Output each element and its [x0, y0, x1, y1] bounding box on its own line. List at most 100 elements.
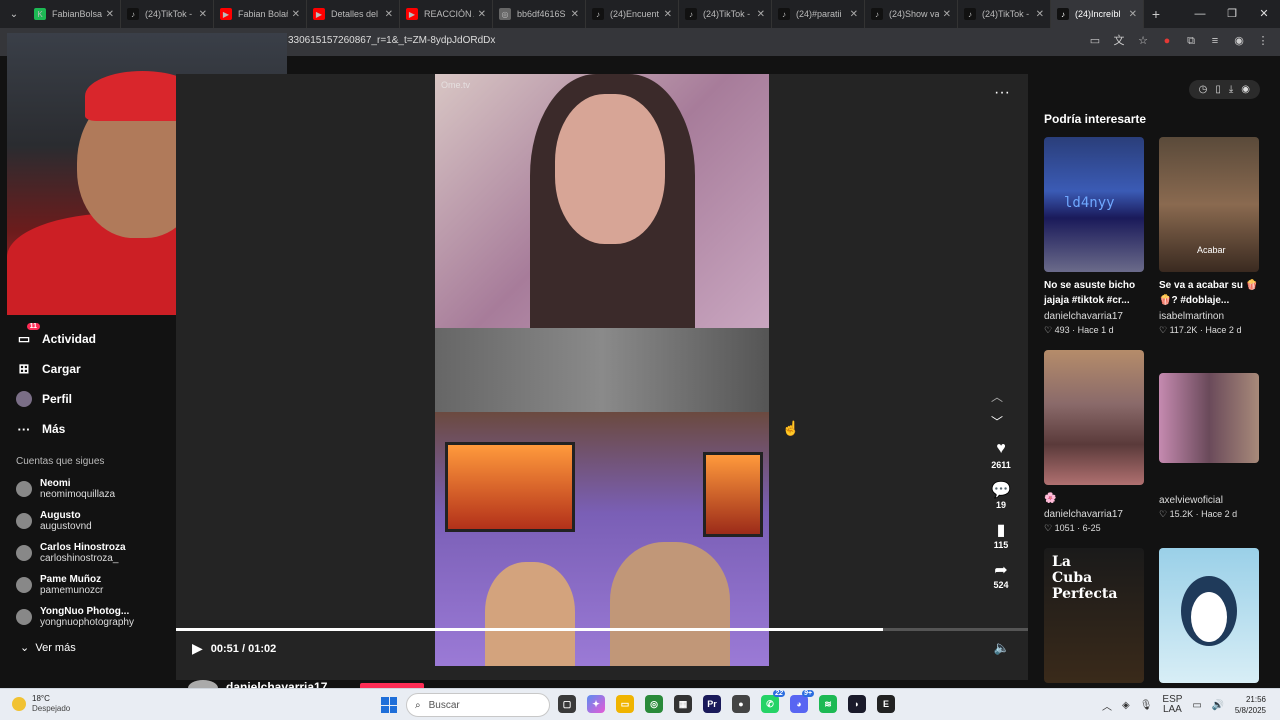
following-item[interactable]: Neomi neomimoquillaza: [0, 473, 176, 505]
tab-close-icon[interactable]: ✕: [1036, 9, 1044, 20]
whatsapp-icon[interactable]: ✆ 22: [761, 690, 785, 713]
sidebar-item-perfil[interactable]: Perfil: [0, 384, 176, 414]
file-explorer-icon[interactable]: ▭: [616, 695, 634, 713]
tab-close-icon[interactable]: ✕: [757, 9, 765, 20]
media-icon[interactable]: ≡: [1208, 34, 1222, 48]
app-icon[interactable]: ▦: [674, 695, 692, 713]
more-options-icon[interactable]: ···: [994, 84, 1010, 102]
video-card[interactable]: La Cuba Perfecta: [1044, 548, 1144, 683]
browser-tab[interactable]: ▶ REACCIÓN A ✕: [400, 0, 493, 28]
url-text[interactable]: 330615157260867_r=1&_t=ZM-8ydpJdORdDx: [288, 35, 495, 46]
sidebar-item-mas[interactable]: ··· Más: [0, 414, 176, 444]
browser-tab[interactable]: ♪ (24)#paratii ✕: [772, 0, 865, 28]
translate-icon[interactable]: 文: [1112, 34, 1126, 48]
thumbnail-text: Acabar: [1197, 245, 1226, 255]
card-caption: Se va a acabar su 🍿 🍿? #doblaje...: [1159, 278, 1259, 308]
video-card[interactable]: ld4nyy No se asuste bicho jajaja #tiktok …: [1044, 137, 1144, 336]
tab-search-button[interactable]: ⌄: [0, 0, 28, 28]
tab-close-icon[interactable]: ✕: [385, 9, 393, 20]
tab-close-icon[interactable]: ✕: [850, 9, 858, 20]
tab-close-icon[interactable]: ✕: [199, 9, 207, 20]
tab-close-icon[interactable]: ✕: [106, 9, 114, 20]
browser-tab[interactable]: ♪ (24)Increíbl ✕: [1051, 0, 1144, 28]
video-frame[interactable]: Ome.tv: [435, 74, 769, 666]
browser-tab[interactable]: ♪ (24)Encuent ✕: [586, 0, 679, 28]
browser-tab[interactable]: ▶ Detalles del ✕: [307, 0, 400, 28]
premiere-icon[interactable]: Pr: [703, 695, 721, 713]
following-item[interactable]: Carlos Hinostroza carloshinostroza_: [0, 537, 176, 569]
autoscroll-icon[interactable]: ◷: [1199, 84, 1208, 95]
start-button[interactable]: [381, 697, 397, 713]
task-view-icon[interactable]: ▢: [558, 695, 576, 713]
play-icon[interactable]: ▶: [192, 640, 203, 657]
browser-tab[interactable]: K FabianBolsa ✕: [28, 0, 121, 28]
following-item[interactable]: Augusto augustovnd: [0, 505, 176, 537]
video-card[interactable]: [1159, 548, 1259, 683]
volume-icon[interactable]: 🔈: [994, 640, 1010, 656]
tab-close-icon[interactable]: ✕: [664, 9, 672, 20]
sidebar-item-actividad[interactable]: ▭ 11 Actividad: [0, 323, 176, 354]
browser-tab[interactable]: ♪ (24)Show va ✕: [865, 0, 958, 28]
tab-close-icon[interactable]: ✕: [571, 9, 579, 20]
taskbar-search[interactable]: ⌕ Buscar: [406, 693, 550, 717]
tab-close-icon[interactable]: ✕: [1129, 9, 1137, 20]
bookmark-star-icon[interactable]: ☆: [1136, 34, 1150, 48]
browser-tab[interactable]: ♪ (24)TikTok - ✕: [958, 0, 1051, 28]
minimize-button[interactable]: —: [1184, 0, 1216, 28]
video-player[interactable]: Ome.tv ··· ▶ 00:51 / 01:02 🔈: [176, 74, 1028, 680]
previous-video-icon[interactable]: ︿: [991, 388, 1003, 405]
sidebar-item-cargar[interactable]: ⊞ Cargar: [0, 354, 176, 384]
browser-tab[interactable]: ♪ (24)TikTok - ✕: [679, 0, 772, 28]
video-card[interactable]: axelviewoficial ♡ 15.2K · Hace 2 d: [1159, 373, 1259, 520]
video-card[interactable]: 🌸 danielchavarria17 ♡ 1051 · 6-25: [1044, 350, 1144, 534]
github-icon[interactable]: ●: [732, 695, 750, 713]
like-count: 2611: [991, 460, 1011, 470]
spotify-icon[interactable]: ≋: [819, 695, 837, 713]
language-indicator[interactable]: ESP LAA: [1162, 695, 1182, 715]
download-icon[interactable]: ⤓: [1229, 84, 1233, 95]
video-thumbnail: ld4nyy: [1044, 137, 1144, 272]
chrome-icon[interactable]: ◎: [645, 695, 663, 713]
app-icon-2[interactable]: ◗: [848, 695, 866, 713]
video-card[interactable]: Acabar Se va a acabar su 🍿 🍿? #doblaje...…: [1159, 137, 1259, 336]
bookmark-icon[interactable]: ▮: [997, 520, 1006, 540]
browser-tab[interactable]: ♪ (24)TikTok - ✕: [121, 0, 214, 28]
card-caption: No se asuste bicho jajaja #tiktok #cr...: [1044, 278, 1144, 308]
following-handle: augustovnd: [40, 521, 92, 532]
share-icon[interactable]: ➦: [994, 560, 1007, 580]
tab-close-icon[interactable]: ✕: [478, 9, 486, 20]
tab-close-icon[interactable]: ✕: [292, 9, 300, 20]
discord-icon[interactable]: ◕ 9+: [790, 690, 814, 713]
author-row[interactable]: danielchavarria17: [188, 680, 327, 688]
cast-icon[interactable]: ▭: [1088, 34, 1102, 48]
volume-tray-icon[interactable]: 🔊: [1212, 700, 1224, 711]
next-video-icon[interactable]: ﹀: [991, 413, 1003, 430]
tab-close-icon[interactable]: ✕: [943, 9, 951, 20]
see-more-link[interactable]: ⌄ Ver más: [0, 633, 176, 662]
device-icon[interactable]: ▯: [1215, 84, 1221, 95]
adblock-icon[interactable]: ●: [1160, 34, 1174, 48]
new-tab-button[interactable]: +: [1144, 6, 1168, 22]
comment-icon[interactable]: 💬: [991, 480, 1011, 500]
weather-widget[interactable]: 18°C Despejado: [12, 694, 70, 714]
clock[interactable]: 21:56 5/8/2025: [1235, 694, 1266, 716]
network-icon[interactable]: ▭: [1192, 700, 1201, 711]
extensions-icon[interactable]: ⧉: [1184, 34, 1198, 48]
browser-menu-icon[interactable]: ⋮: [1256, 34, 1270, 48]
tray-app-icon[interactable]: ◈: [1122, 700, 1130, 711]
close-window-button[interactable]: ✕: [1248, 0, 1280, 28]
progress-bar[interactable]: [176, 628, 1028, 631]
save-count: 115: [993, 540, 1009, 550]
browser-tab[interactable]: ▶ Fabian Bolañ ✕: [214, 0, 307, 28]
like-icon[interactable]: ♥: [996, 440, 1006, 460]
epic-games-icon[interactable]: E: [877, 695, 895, 713]
microphone-icon[interactable]: 🎙: [1140, 700, 1153, 711]
tray-chevron-icon[interactable]: ︿: [1102, 698, 1112, 713]
following-item[interactable]: YongNuo Photog... yongnuophotography: [0, 601, 176, 633]
maximize-button[interactable]: ❐: [1216, 0, 1248, 28]
copilot-icon[interactable]: ✦: [587, 695, 605, 713]
profile-icon[interactable]: ◉: [1232, 34, 1246, 48]
following-item[interactable]: Pame Muñoz pamemunozcr: [0, 569, 176, 601]
user-avatar-icon[interactable]: ◉: [1241, 84, 1250, 95]
browser-tab[interactable]: ◎ bb6df4616S ✕: [493, 0, 586, 28]
